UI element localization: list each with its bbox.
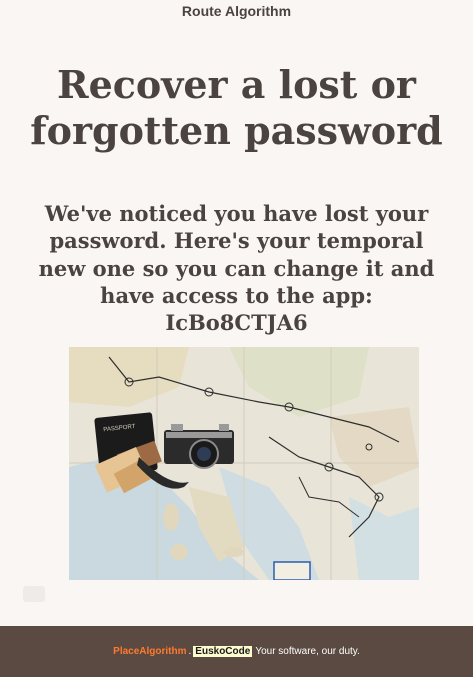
- page-heading: Recover a lost or forgotten password: [30, 62, 443, 154]
- scroll-to-top-button[interactable]: [23, 586, 45, 602]
- footer-brand-secondary[interactable]: EuskoCode: [193, 646, 253, 657]
- temporary-password: IcBo8CTJA6: [165, 310, 308, 336]
- recovery-message: We've noticed you have lost your passwor…: [30, 200, 443, 336]
- page: Route Algorithm Recover a lost or forgot…: [0, 0, 473, 677]
- footer-separator: .: [188, 646, 192, 657]
- footer-tagline: Your software, our duty.: [255, 646, 360, 657]
- app-title: Route Algorithm: [181, 3, 292, 19]
- map-illustration: PASSPORT: [69, 347, 419, 580]
- travel-map-photo: PASSPORT: [69, 347, 419, 580]
- footer-brand-primary[interactable]: PlaceAlgorithm: [113, 646, 186, 657]
- message-text: We've noticed you have lost your passwor…: [38, 201, 435, 308]
- footer: PlaceAlgorithm . EuskoCode Your software…: [0, 626, 473, 677]
